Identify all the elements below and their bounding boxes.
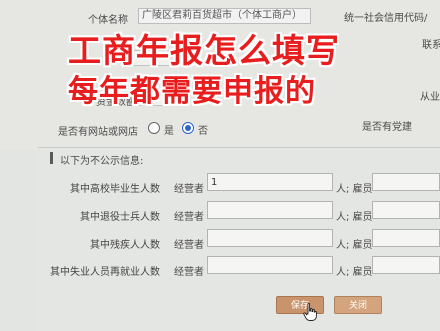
operator-label: 经营者 — [174, 212, 204, 223]
close-button[interactable]: 关闭 — [334, 296, 382, 314]
employee-label: 人; 雇员 — [336, 267, 373, 278]
row-label-disabled: 其中残疾人人数 — [90, 240, 160, 251]
row-label-veterans: 其中退役士兵人数 — [80, 212, 160, 223]
company-name-field[interactable]: 广陵区君莉百货超市（个体工商户） — [138, 8, 311, 24]
reemployed-employee-input[interactable] — [372, 256, 440, 274]
website-yes-radio[interactable] — [148, 122, 160, 134]
row-label-graduates: 其中高校毕业生人数 — [70, 184, 160, 195]
disabled-operator-input[interactable] — [207, 229, 333, 247]
website-no-radio[interactable] — [182, 122, 194, 134]
website-no-label: 否 — [198, 126, 208, 137]
graduates-employee-input[interactable] — [372, 173, 440, 191]
overlay-headline-1: 工商年报怎么填写 — [68, 31, 340, 70]
website-yes-label: 是 — [164, 126, 174, 137]
graduates-operator-input[interactable]: 1 — [207, 173, 333, 191]
section-marker — [50, 152, 53, 164]
employee-label: 人; 雇员 — [336, 240, 373, 251]
row-label-reemployed: 其中失业人员再就业人数 — [50, 267, 160, 278]
contact-label-partial: 联系 — [422, 40, 440, 51]
operator-label: 经营者 — [174, 267, 204, 278]
operator-label: 经营者 — [174, 184, 204, 195]
section-title: 以下为不公示信息: — [60, 156, 144, 167]
disabled-employee-input[interactable] — [372, 229, 440, 247]
credit-code-label: 统一社会信用代码/ — [344, 13, 428, 24]
employee-label: 人; 雇员 — [336, 184, 373, 195]
website-label: 是否有网站或网店 — [58, 127, 138, 138]
staff-label-partial: 从业 — [420, 92, 440, 103]
party-building-label: 是否有党建 — [362, 122, 412, 133]
reemployed-operator-input[interactable] — [207, 256, 333, 274]
overlay-headline-2: 每年都需要申报的 — [68, 74, 316, 109]
employee-label: 人; 雇员 — [336, 212, 373, 223]
veterans-employee-input[interactable] — [372, 201, 440, 219]
operator-label: 经营者 — [174, 240, 204, 251]
hand-cursor-icon — [303, 303, 317, 321]
veterans-operator-input[interactable] — [207, 201, 333, 219]
